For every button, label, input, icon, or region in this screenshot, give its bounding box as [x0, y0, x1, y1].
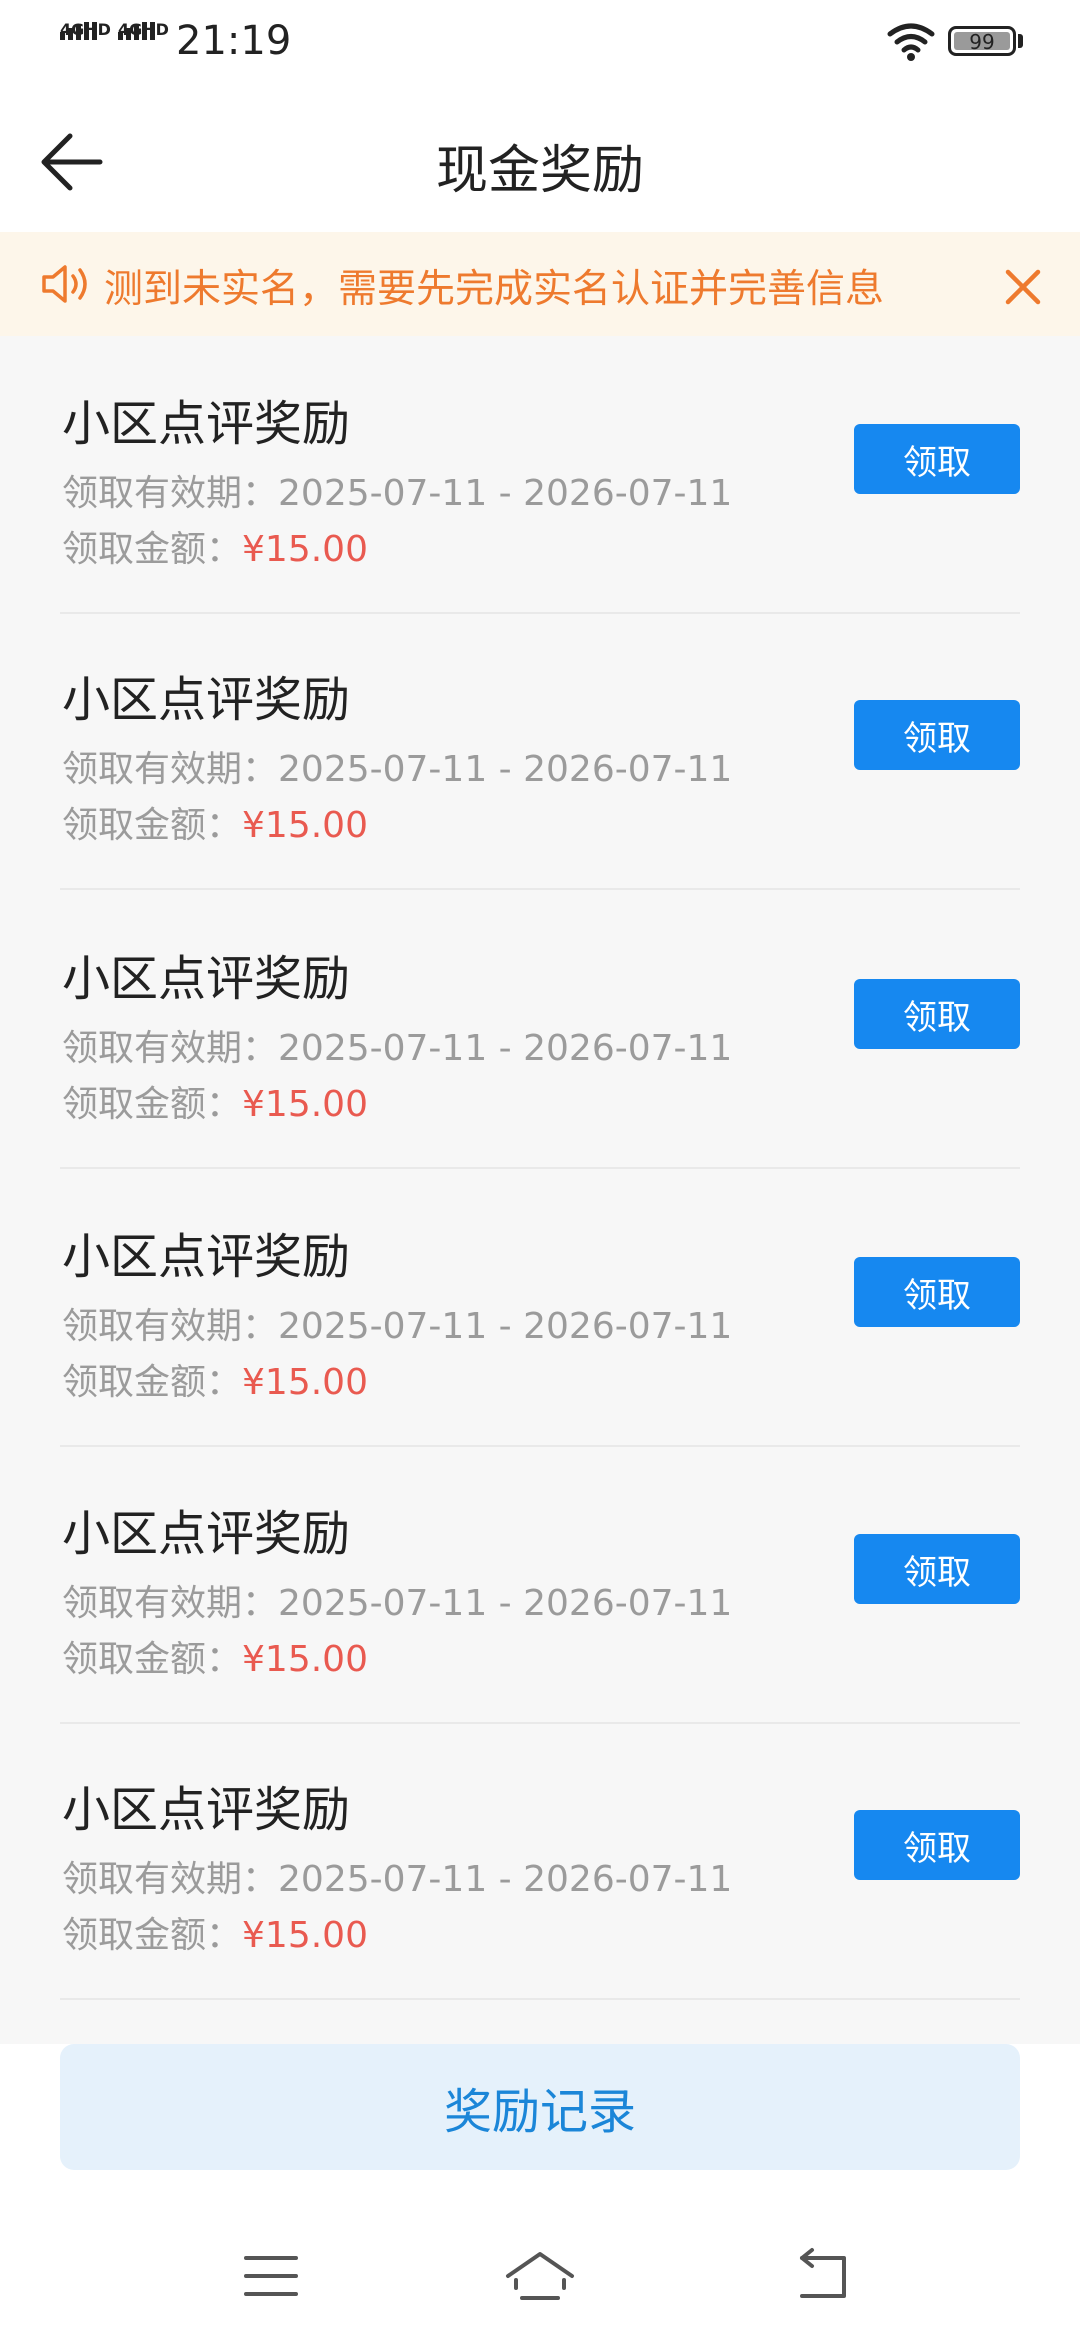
- status-bar: 4GHD 4GHD 21:19 99: [0, 0, 1080, 84]
- home-icon: [506, 2252, 574, 2300]
- reward-amount: 领取金额：¥15.00: [62, 796, 368, 848]
- battery-level: 99: [969, 30, 995, 54]
- list-item: 小区点评奖励 领取有效期：2025-07-11 - 2026-07-11 领取金…: [60, 891, 1020, 1169]
- claim-button[interactable]: 领取: [854, 424, 1020, 494]
- battery-tip: [1018, 34, 1023, 48]
- menu-icon: [244, 2256, 298, 2296]
- back-nav-button[interactable]: [784, 2242, 864, 2312]
- amount-label: 领取金额：: [62, 1915, 243, 1956]
- claim-button[interactable]: 领取: [854, 1257, 1020, 1327]
- list-item: 小区点评奖励 领取有效期：2025-07-11 - 2026-07-11 领取金…: [60, 1169, 1020, 1447]
- period-label: 领取有效期：: [62, 1859, 279, 1900]
- reward-amount: 领取金额：¥15.00: [62, 1906, 368, 1958]
- amount-value: ¥15.00: [242, 529, 368, 570]
- home-button[interactable]: [500, 2242, 580, 2312]
- status-time: 21:19: [176, 18, 292, 64]
- reward-period: 领取有效期：2025-07-11 - 2026-07-11: [62, 1019, 732, 1071]
- header: 现金奖励: [0, 84, 1080, 233]
- list-item: 小区点评奖励 领取有效期：2025-07-11 - 2026-07-11 领取金…: [60, 612, 1020, 890]
- amount-value: ¥15.00: [242, 1639, 368, 1680]
- speaker-icon: [42, 265, 87, 303]
- reward-name: 小区点评奖励: [62, 951, 351, 1007]
- page-title: 现金奖励: [435, 141, 644, 201]
- reward-list: 小区点评奖励 领取有效期：2025-07-11 - 2026-07-11 领取金…: [0, 336, 1080, 2044]
- reward-amount: 领取金额：¥15.00: [62, 1075, 368, 1127]
- close-notice-button[interactable]: [1000, 264, 1046, 310]
- amount-label: 领取金额：: [62, 529, 243, 570]
- amount-value: ¥15.00: [242, 1362, 368, 1403]
- period-label: 领取有效期：: [62, 1583, 279, 1624]
- period-value: 2025-07-11 - 2026-07-11: [278, 749, 733, 790]
- reward-amount: 领取金额：¥15.00: [62, 1353, 368, 1405]
- back-nav-icon: [800, 2248, 846, 2298]
- period-value: 2025-07-11 - 2026-07-11: [278, 1306, 733, 1347]
- period-label: 领取有效期：: [62, 1306, 279, 1347]
- menu-button[interactable]: [232, 2242, 312, 2312]
- battery-icon: 99: [948, 26, 1016, 56]
- reward-amount: 领取金额：¥15.00: [62, 1630, 368, 1682]
- period-value: 2025-07-11 - 2026-07-11: [278, 1583, 733, 1624]
- period-label: 领取有效期：: [62, 749, 279, 790]
- reward-name: 小区点评奖励: [62, 672, 351, 728]
- reward-name: 小区点评奖励: [62, 1782, 351, 1838]
- reward-period: 领取有效期：2025-07-11 - 2026-07-11: [62, 1850, 732, 1902]
- claim-button[interactable]: 领取: [854, 1534, 1020, 1604]
- reward-period: 领取有效期：2025-07-11 - 2026-07-11: [62, 1574, 732, 1626]
- period-label: 领取有效期：: [62, 473, 279, 514]
- reward-name: 小区点评奖励: [62, 1229, 351, 1285]
- list-item: 小区点评奖励 领取有效期：2025-07-11 - 2026-07-11 领取金…: [60, 1446, 1020, 1724]
- amount-label: 领取金额：: [62, 1639, 243, 1680]
- list-item: 小区点评奖励 领取有效期：2025-07-11 - 2026-07-11 领取金…: [60, 336, 1020, 614]
- reward-name: 小区点评奖励: [62, 396, 351, 452]
- period-value: 2025-07-11 - 2026-07-11: [278, 473, 733, 514]
- amount-value: ¥15.00: [242, 805, 368, 846]
- claim-button[interactable]: 领取: [854, 979, 1020, 1049]
- period-value: 2025-07-11 - 2026-07-11: [278, 1028, 733, 1069]
- system-nav-bar: [0, 2200, 1080, 2340]
- wifi-icon: [887, 23, 935, 61]
- close-icon: [1005, 269, 1041, 305]
- reward-amount: 领取金额：¥15.00: [62, 520, 368, 572]
- list-item: 小区点评奖励 领取有效期：2025-07-11 - 2026-07-11 领取金…: [60, 1722, 1020, 2000]
- notice-text: 测到未实名，需要先完成实名认证并完善信息: [104, 267, 885, 312]
- amount-value: ¥15.00: [242, 1915, 368, 1956]
- claim-button[interactable]: 领取: [854, 700, 1020, 770]
- reward-period: 领取有效期：2025-07-11 - 2026-07-11: [62, 1297, 732, 1349]
- reward-period: 领取有效期：2025-07-11 - 2026-07-11: [62, 464, 732, 516]
- reward-period: 领取有效期：2025-07-11 - 2026-07-11: [62, 740, 732, 792]
- amount-label: 领取金额：: [62, 805, 243, 846]
- notice-banner: 测到未实名，需要先完成实名认证并完善信息: [0, 232, 1080, 336]
- reward-record-button[interactable]: 奖励记录: [60, 2044, 1020, 2170]
- amount-label: 领取金额：: [62, 1084, 243, 1125]
- amount-label: 领取金额：: [62, 1362, 243, 1403]
- amount-value: ¥15.00: [242, 1084, 368, 1125]
- reward-name: 小区点评奖励: [62, 1506, 351, 1562]
- period-label: 领取有效期：: [62, 1028, 279, 1069]
- claim-button[interactable]: 领取: [854, 1810, 1020, 1880]
- period-value: 2025-07-11 - 2026-07-11: [278, 1859, 733, 1900]
